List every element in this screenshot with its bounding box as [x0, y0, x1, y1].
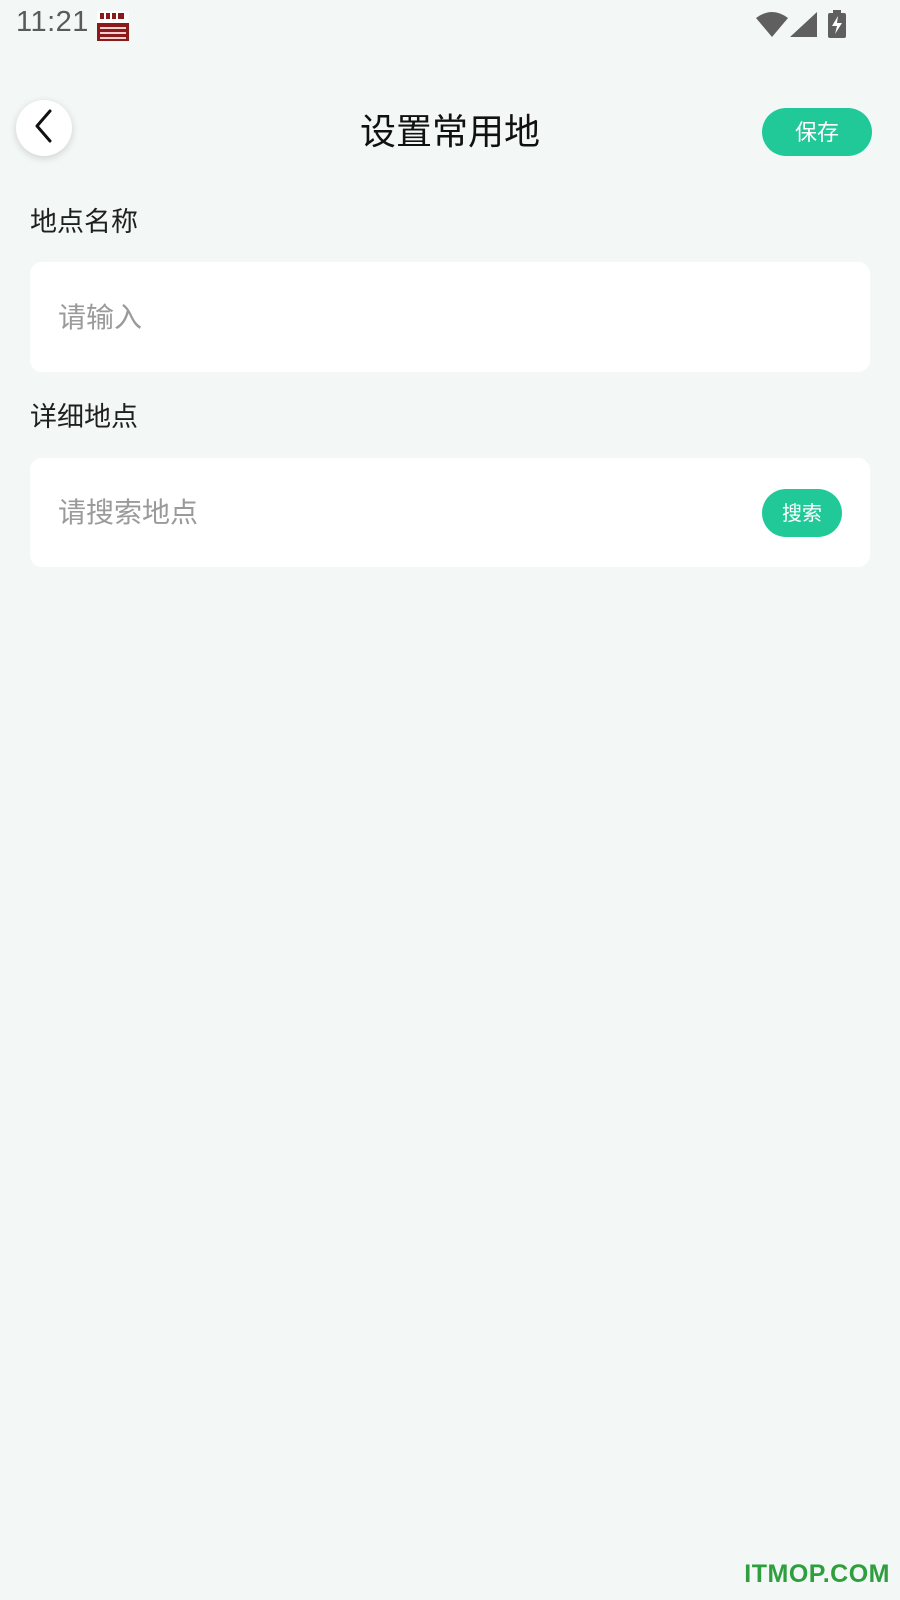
search-button[interactable]: 搜索 — [762, 489, 842, 537]
detail-place-card: 搜索 — [30, 458, 870, 567]
place-name-input[interactable] — [58, 262, 758, 372]
notification-app-icon — [97, 11, 129, 41]
watermark: ITMOP.COM — [744, 1560, 890, 1588]
battery-charging-icon — [828, 10, 846, 42]
status-bar: 11:21 — [0, 0, 900, 52]
detail-place-search-input[interactable] — [58, 458, 758, 567]
place-name-label: 地点名称 — [30, 207, 138, 238]
place-name-card — [30, 262, 870, 372]
status-time: 11:21 — [16, 6, 89, 38]
detail-place-label: 详细地点 — [30, 402, 138, 433]
signal-icon — [790, 12, 818, 42]
wifi-icon — [756, 12, 788, 42]
save-button[interactable]: 保存 — [762, 108, 872, 156]
